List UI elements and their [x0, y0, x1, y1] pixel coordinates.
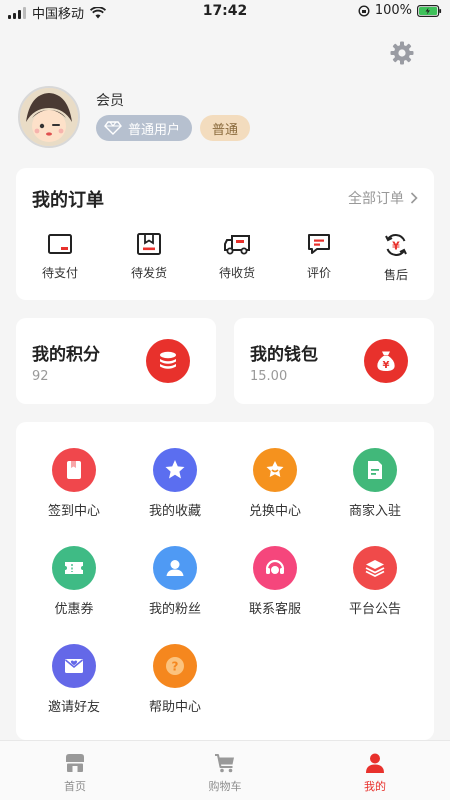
orientation-lock-icon [358, 4, 370, 17]
wallet-title: 我的钱包 [250, 345, 318, 365]
service-coupon[interactable]: 优惠券 [29, 546, 119, 617]
cart-icon [215, 754, 234, 773]
status-bar: 中国移动 17:42 100% [0, 0, 450, 24]
home-icon [66, 754, 84, 772]
fans-icon [153, 546, 197, 590]
points-card[interactable]: 我的积分 92 [16, 318, 216, 404]
tab-label: 我的 [364, 780, 386, 793]
service-merchant[interactable]: 商家入驻 [330, 448, 420, 519]
wallet-value: 15.00 [250, 369, 288, 384]
points-value: 92 [32, 369, 49, 384]
wallet-icon [48, 234, 72, 254]
profile-icon [366, 753, 384, 773]
chevron-right-icon [410, 192, 418, 204]
service-invite[interactable]: 邀请好友 [29, 644, 119, 715]
order-item-after-sales[interactable]: ¥ 售后 [366, 232, 426, 283]
service-label: 优惠券 [54, 602, 94, 617]
wallet-card[interactable]: 我的钱包 15.00 ¥ [234, 318, 434, 404]
avatar-image [20, 88, 78, 146]
service-icon [253, 546, 297, 590]
box-icon [137, 233, 161, 255]
service-label: 帮助中心 [148, 700, 201, 715]
order-item-label: 待收货 [218, 266, 255, 280]
help-icon: ? [153, 644, 197, 688]
invite-icon [52, 644, 96, 688]
order-item-pending-receipt[interactable]: 待收货 [207, 232, 267, 281]
svg-text:¥: ¥ [383, 360, 390, 371]
gear-icon [390, 41, 414, 65]
service-exchange[interactable]: 兑换中心 [230, 448, 320, 519]
service-label: 我的收藏 [148, 504, 201, 519]
user-badge: 普通用户 [96, 115, 192, 141]
service-fans[interactable]: 我的粉丝 [130, 546, 220, 617]
order-item-label: 评价 [306, 266, 331, 280]
status-right: 100% [358, 3, 442, 18]
service-label: 邀请好友 [47, 700, 100, 715]
star-icon [153, 448, 197, 492]
battery-icon [417, 4, 442, 17]
coins-icon [146, 339, 190, 383]
orders-title: 我的订单 [32, 190, 104, 211]
service-label: 兑换中心 [248, 504, 301, 519]
diamond-icon [104, 121, 122, 135]
view-all-orders-link[interactable]: 全部订单 [348, 188, 418, 208]
view-all-orders-label: 全部订单 [348, 191, 404, 207]
battery-percent: 100% [374, 3, 412, 18]
user-badge-text: 普通用户 [128, 122, 181, 138]
service-label: 签到中心 [47, 504, 100, 519]
checkin-icon [52, 448, 96, 492]
avatar[interactable] [18, 86, 80, 148]
points-title: 我的积分 [32, 345, 100, 365]
service-checkin[interactable]: 签到中心 [29, 448, 119, 519]
service-label: 商家入驻 [348, 504, 401, 519]
order-item-label: 待发货 [130, 266, 167, 280]
tab-cart[interactable]: 购物车 [185, 751, 265, 794]
tab-label: 购物车 [208, 780, 242, 793]
orders-card: 我的订单 全部订单 待支付 待发货 待收货 评价 ¥ 售后 [16, 168, 434, 300]
service-label: 我的粉丝 [148, 602, 201, 617]
settings-button[interactable] [389, 40, 415, 66]
order-item-review[interactable]: 评价 [289, 232, 349, 281]
tab-home[interactable]: 首页 [35, 751, 115, 794]
order-item-pending-shipment[interactable]: 待发货 [119, 232, 179, 281]
level-badge: 普通 [200, 115, 250, 141]
svg-text:?: ? [172, 660, 179, 674]
coupon-icon [52, 546, 96, 590]
order-item-label: 待支付 [41, 266, 78, 280]
money-bag-icon: ¥ [364, 339, 408, 383]
merchant-icon [353, 448, 397, 492]
tab-label: 首页 [64, 780, 86, 793]
svg-text:¥: ¥ [392, 240, 400, 253]
service-notice[interactable]: 平台公告 [330, 546, 420, 617]
service-label: 联系客服 [248, 602, 301, 617]
order-item-label: 售后 [383, 268, 408, 282]
services-card: 签到中心 我的收藏 兑换中心 商家入驻 优惠券 我的粉丝 联系客服 平台公告 邀… [16, 422, 434, 740]
exchange-icon [253, 448, 297, 492]
bottom-tab-bar: 首页 购物车 我的 [0, 740, 450, 800]
tab-profile[interactable]: 我的 [335, 751, 415, 794]
notice-icon [353, 546, 397, 590]
member-label: 会员 [96, 93, 124, 109]
order-item-pending-payment[interactable]: 待支付 [30, 232, 90, 281]
service-help[interactable]: ? 帮助中心 [130, 644, 220, 715]
service-label: 平台公告 [348, 602, 401, 617]
truck-icon [224, 235, 250, 255]
service-favorites[interactable]: 我的收藏 [130, 448, 220, 519]
refund-icon: ¥ [385, 234, 407, 256]
comment-icon [308, 234, 330, 254]
service-support[interactable]: 联系客服 [230, 546, 320, 617]
